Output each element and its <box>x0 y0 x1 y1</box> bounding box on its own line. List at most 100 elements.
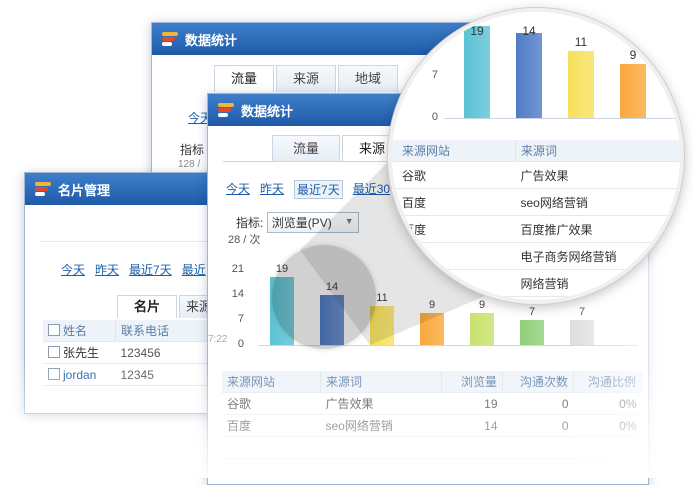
y-tick-label: 14 <box>425 26 438 39</box>
metric-select[interactable]: 浏览量(PV) ▼ <box>266 212 359 233</box>
metric-peek: 指标 <box>180 143 205 157</box>
col-site: 来源网站 <box>392 140 516 162</box>
cell-site: 谷歌 <box>392 161 516 189</box>
table-row[interactable]: 百度 seo网络营销 14 0 0% <box>222 414 642 437</box>
cell-word: seo网络营销 <box>515 188 680 216</box>
col-ratio: 沟通比例 <box>573 371 642 393</box>
table-row[interactable]: 谷歌 广告效果 19 0 0% <box>222 392 642 415</box>
filter-7days[interactable]: 最近7天 <box>129 261 172 278</box>
select-all-checkbox[interactable] <box>48 324 60 336</box>
cell-site: 百度 <box>392 188 516 216</box>
cell-word: 电子商务网络营销 <box>515 242 680 270</box>
cell-site: 百度 <box>392 215 516 243</box>
cell-name: 张先生 <box>43 341 116 364</box>
col-word: 来源词 <box>515 140 680 162</box>
table-row[interactable] <box>222 436 642 459</box>
bar-value-label: 14 <box>522 24 536 38</box>
filter-yesterday[interactable]: 昨天 <box>260 180 284 199</box>
tab-traffic[interactable]: 流量 <box>272 135 341 162</box>
cell-pv <box>441 436 503 459</box>
tab-traffic[interactable]: 流量 <box>214 65 275 92</box>
lens-circle <box>272 245 376 349</box>
bar[interactable] <box>570 320 594 345</box>
table-row[interactable]: 百度 seo网络营销 <box>392 188 680 216</box>
cell-pv: 19 <box>441 392 503 415</box>
table-row[interactable]: 谷歌 广告效果 <box>392 161 680 189</box>
bar-value-label: 9 <box>478 298 486 311</box>
table-header: 来源网站 来源词 浏览量 沟通次数 沟通比例 <box>222 371 642 393</box>
cell-ratio <box>573 436 642 459</box>
magnifier: 14 7 0 19 14 11 9 来源网站 来源词 谷歌 广告效果 百度 seo网络营销 百… <box>388 8 684 304</box>
bar[interactable] <box>520 320 544 345</box>
tab-source[interactable]: 来源 <box>276 65 337 92</box>
y-tick-label: 7 <box>431 68 438 81</box>
table-row[interactable]: 网络营销 <box>392 269 680 297</box>
magnified-table: 来源网站 来源词 谷歌 广告效果 百度 seo网络营销 百度 百度推广效果 电子商务网… <box>392 140 680 297</box>
y-tick-label: 0 <box>431 111 438 123</box>
row-checkbox[interactable] <box>48 346 60 358</box>
filter-yesterday[interactable]: 昨天 <box>95 261 119 278</box>
tab-region[interactable]: 地域 <box>338 65 399 92</box>
table-header: 来源网站 来源词 <box>392 140 680 162</box>
tab-cards[interactable]: 名片 <box>117 295 178 318</box>
window-title: 数据统计 <box>185 32 238 48</box>
cell-pv: 14 <box>441 414 503 437</box>
table-row[interactable]: 电子商务网络营销 <box>392 242 680 270</box>
cell-comm <box>502 436 574 459</box>
bar-value-label: 7 <box>528 306 536 318</box>
bar-value-label: 9 <box>629 47 637 62</box>
y-tick-label: 7 <box>237 313 244 325</box>
axis-peek: 128 / <box>178 159 201 170</box>
source-table: 来源网站 来源词 浏览量 沟通次数 沟通比例 谷歌 广告效果 19 0 0% 百… <box>222 371 642 459</box>
cell-word: 广告效果 <box>515 161 680 189</box>
col-name: 姓名 <box>43 320 116 342</box>
bar-value-label: 7 <box>578 306 586 318</box>
col-pv: 浏览量 <box>441 371 503 393</box>
window-title: 数据统计 <box>241 103 294 119</box>
cell-site: 百度 <box>222 414 321 437</box>
cell-word: 广告效果 <box>320 392 442 415</box>
cell-site <box>392 269 516 297</box>
bar-value-label: 19 <box>470 24 484 38</box>
cell-site <box>222 436 321 459</box>
col-comm: 沟通次数 <box>502 371 574 393</box>
filter-today[interactable]: 今天 <box>61 261 85 278</box>
metric-label: 指标: <box>236 216 264 230</box>
app-logo-icon <box>162 32 178 46</box>
bar[interactable] <box>470 312 494 345</box>
cell-word: seo网络营销 <box>320 414 442 437</box>
cell-ratio: 0% <box>573 414 642 437</box>
bar[interactable] <box>420 312 444 345</box>
cell-ratio: 0% <box>573 392 642 415</box>
bar[interactable] <box>620 63 646 118</box>
axis-peek: 7:22 <box>208 334 228 345</box>
app-logo-icon <box>35 182 51 196</box>
y-tick-label: 21 <box>231 263 244 275</box>
window-title: 名片管理 <box>58 182 111 198</box>
col-word: 来源词 <box>320 371 442 393</box>
y-tick-label: 14 <box>231 288 244 300</box>
cell-site: 谷歌 <box>222 392 321 415</box>
app-logo-icon <box>218 103 234 117</box>
bar-value-label: 9 <box>428 298 436 311</box>
bar[interactable] <box>516 33 542 118</box>
cell-word: 网络营销 <box>515 269 680 297</box>
cell-site <box>392 242 516 270</box>
cell-comm: 0 <box>502 392 574 415</box>
filter-more[interactable]: 最近 <box>182 261 206 278</box>
cell-word: 百度推广效果 <box>515 215 680 243</box>
chevron-down-icon: ▼ <box>344 216 354 226</box>
cell-word <box>320 436 442 459</box>
y-tick-label: 0 <box>237 338 244 350</box>
metric-row: 指标: 浏览量(PV) ▼ <box>236 212 359 233</box>
row-checkbox[interactable] <box>48 367 60 380</box>
filter-30days[interactable]: 最近30 <box>353 180 390 199</box>
table-row[interactable]: 百度 百度推广效果 <box>392 215 680 243</box>
bar-value-label: 11 <box>574 35 588 50</box>
cell-comm: 0 <box>502 414 574 437</box>
filter-today[interactable]: 今天 <box>226 180 250 199</box>
bar[interactable] <box>464 26 490 118</box>
bar[interactable] <box>568 51 594 118</box>
filter-7days[interactable]: 最近7天 <box>294 180 343 199</box>
col-site: 来源网站 <box>222 371 321 393</box>
